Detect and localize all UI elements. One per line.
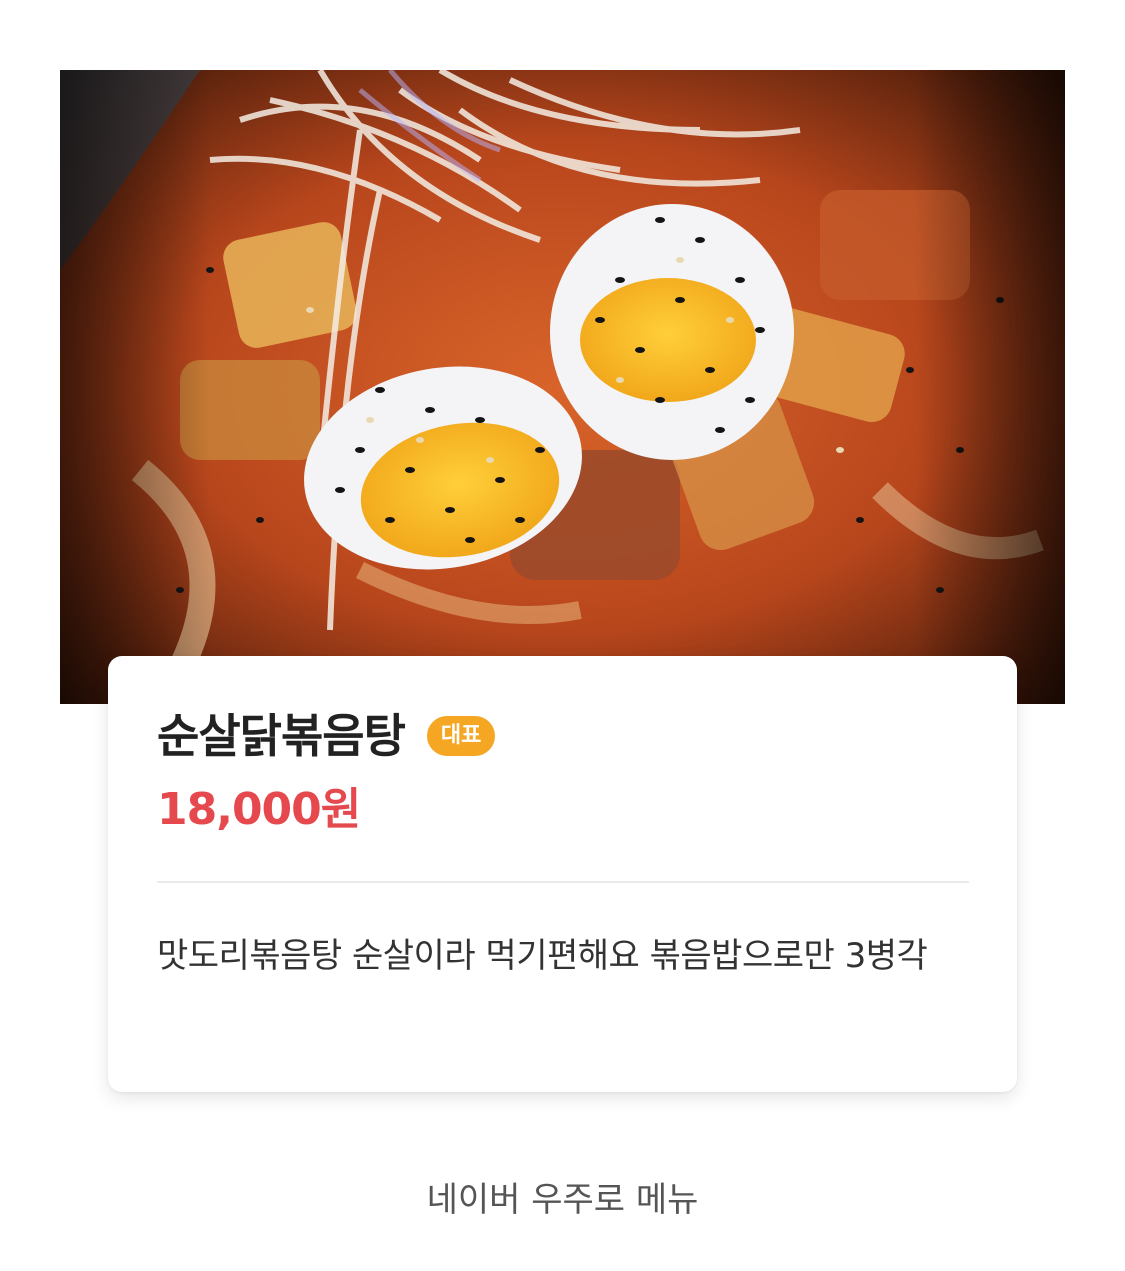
- menu-title: 순살닭볶음탕: [157, 709, 406, 763]
- menu-photo[interactable]: [60, 70, 1065, 704]
- food-image: [60, 70, 1065, 704]
- signature-badge: 대표: [426, 716, 496, 756]
- menu-card[interactable]: 순살닭볶음탕 대표 18,000원 맛도리볶음탕 순살이라 먹기편해요 볶음밥으…: [108, 656, 1017, 1092]
- divider: [157, 881, 969, 883]
- title-row: 순살닭볶음탕 대표: [157, 706, 496, 766]
- menu-price: 18,000원: [157, 784, 361, 835]
- menu-description: 맛도리볶음탕 순살이라 먹기편해요 볶음밥으로만 3병각: [157, 936, 928, 976]
- footer-caption: 네이버 우주로 메뉴: [426, 1180, 699, 1220]
